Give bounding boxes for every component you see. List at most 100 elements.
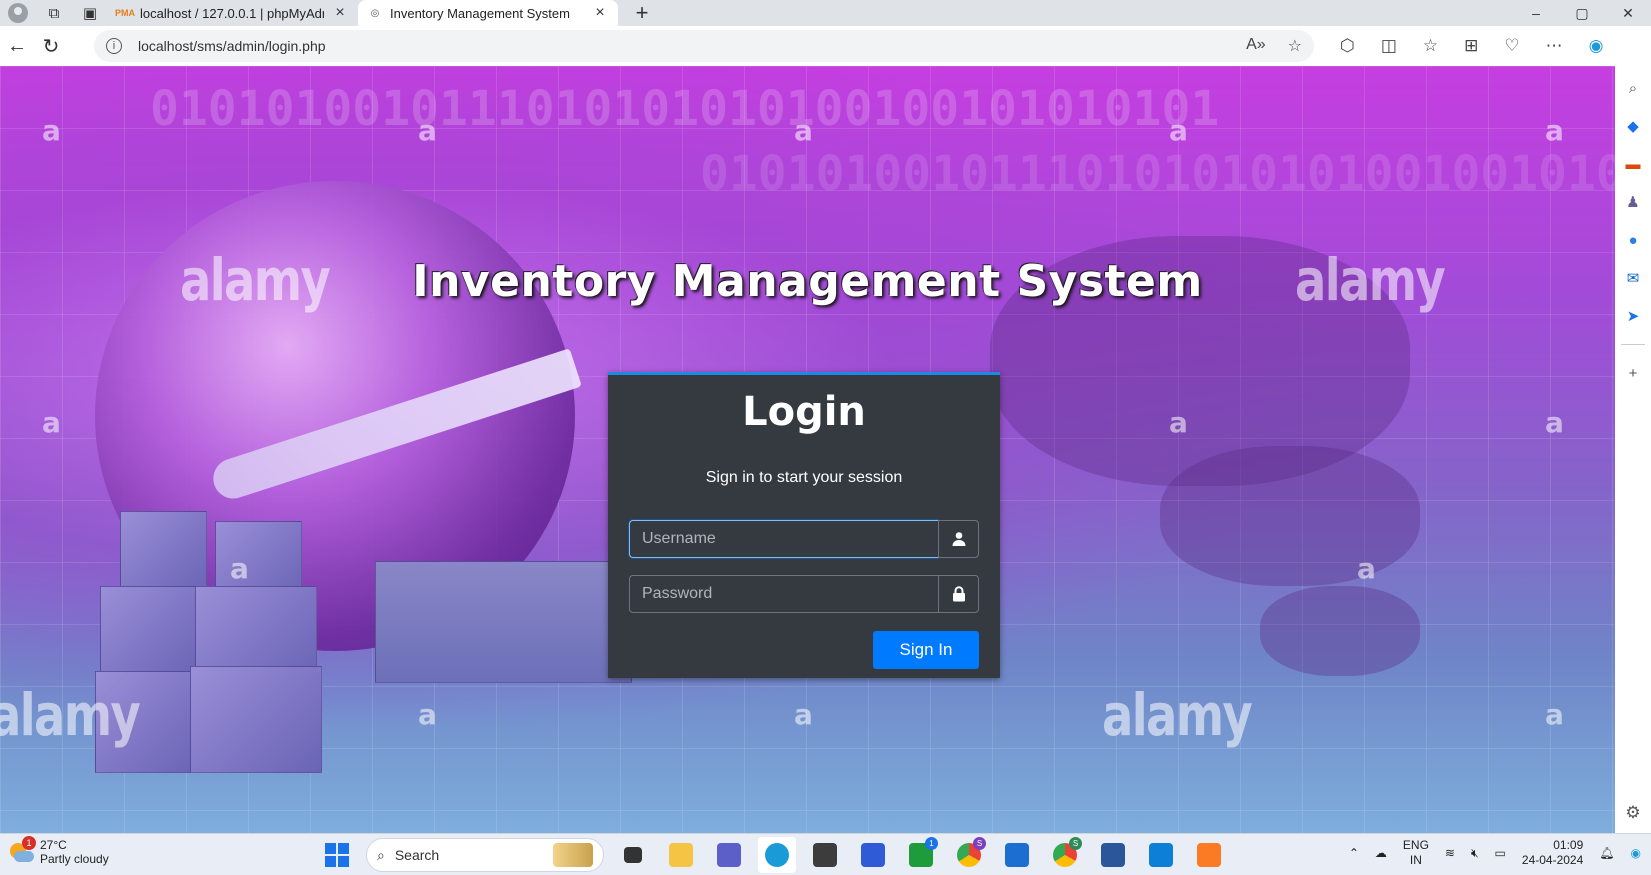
edge-button[interactable] <box>758 837 796 873</box>
sidebar-divider <box>1621 344 1645 345</box>
tab-title: localhost / 127.0.0.1 | phpMyAdmin <box>140 5 324 21</box>
clock[interactable]: 01:09 24-04-2024 <box>1522 838 1583 868</box>
watermark-letter: a <box>230 552 249 585</box>
edge-sidebar: ⌕ ◆ ▬ ♟ ● ✉ ➤ + ⚙ <box>1615 66 1651 833</box>
chrome-button[interactable]: S <box>950 837 988 873</box>
url-field[interactable]: i localhost/sms/admin/login.php A» ☆ <box>94 30 1314 62</box>
wifi-icon[interactable]: ≋ <box>1445 846 1455 860</box>
weather-condition: Partly cloudy <box>40 852 109 866</box>
minimize-button[interactable]: – <box>1513 0 1559 26</box>
weather-widget[interactable]: 1 27°C Partly cloudy <box>8 836 109 866</box>
battery-icon[interactable]: ▭ <box>1495 846 1506 860</box>
taskbar-search[interactable]: ⌕ Search <box>366 838 604 872</box>
weather-temp: 27°C <box>40 838 67 852</box>
close-tab-icon[interactable]: × <box>332 4 348 22</box>
username-group <box>629 520 979 558</box>
start-button[interactable] <box>318 837 356 873</box>
profile-button[interactable] <box>0 0 36 26</box>
collections-icon[interactable]: ⊞ <box>1464 36 1478 56</box>
search-label: Search <box>394 847 440 863</box>
games-icon[interactable]: ♟ <box>1623 192 1643 212</box>
teams-button[interactable] <box>710 837 748 873</box>
split-screen-icon[interactable]: ◫ <box>1381 36 1397 56</box>
watermark-letter: a <box>1169 406 1188 439</box>
login-heading: Login <box>742 389 866 435</box>
settings-gear-icon[interactable]: ⚙ <box>1625 803 1640 823</box>
vscode-icon <box>1149 843 1173 867</box>
unity-button[interactable] <box>806 837 844 873</box>
read-aloud-icon[interactable]: A» <box>1246 36 1266 56</box>
tab-phpmyadmin[interactable]: PMA localhost / 127.0.0.1 | phpMyAdmin × <box>108 0 358 26</box>
watermark-letter: a <box>418 114 437 147</box>
watermark-letter: a <box>794 114 813 147</box>
shopping-tag-icon[interactable]: ◆ <box>1623 116 1643 136</box>
edge-icon <box>765 843 789 867</box>
more-options-icon[interactable]: ⋯ <box>1546 36 1563 56</box>
browser-tab-bar: ⧉ ▣ PMA localhost / 127.0.0.1 | phpMyAdm… <box>0 0 1651 26</box>
file-explorer-button[interactable] <box>662 837 700 873</box>
site-info-icon[interactable]: i <box>106 38 122 54</box>
password-input[interactable] <box>629 575 938 613</box>
workspaces-button[interactable]: ⧉ <box>36 0 72 26</box>
lock-icon <box>938 575 979 613</box>
url-text: localhost/sms/admin/login.php <box>138 38 326 54</box>
language-indicator[interactable]: ENG IN <box>1403 838 1429 868</box>
watermark-letter: a <box>1545 114 1564 147</box>
browser-essentials-icon[interactable]: ♡ <box>1504 36 1519 56</box>
store-button[interactable] <box>998 837 1036 873</box>
watermark-letter: a <box>1169 114 1188 147</box>
extensions-icon[interactable]: ⬡ <box>1340 36 1355 56</box>
outlook-icon[interactable]: ✉ <box>1623 268 1643 288</box>
visual-studio-button[interactable] <box>854 837 892 873</box>
watermark-letter: a <box>1357 552 1376 585</box>
microsoft365-icon[interactable]: ● <box>1623 230 1643 250</box>
xampp-button[interactable] <box>1190 837 1228 873</box>
watermark-letter: a <box>42 406 61 439</box>
close-window-button[interactable]: ✕ <box>1605 0 1651 26</box>
binary-digits-decoration: 0101010010111010101010100100101010101 <box>150 81 1220 137</box>
task-view-button[interactable] <box>614 837 652 873</box>
copilot-icon[interactable]: ◉ <box>1589 36 1604 56</box>
watermark-text: alamy <box>0 681 141 749</box>
send-icon[interactable]: ➤ <box>1623 306 1643 326</box>
watermark-letter: a <box>794 698 813 731</box>
windows-taskbar: 1 27°C Partly cloudy ⌕ Search 1 S S ⌃ ☁ <box>0 833 1651 875</box>
xbox-badge: 1 <box>925 837 938 850</box>
vscode-button[interactable] <box>1142 837 1180 873</box>
world-map-decoration <box>1160 446 1420 586</box>
chrome-profile-button[interactable]: S <box>1046 837 1084 873</box>
xbox-button[interactable]: 1 <box>902 837 940 873</box>
word-button[interactable] <box>1094 837 1132 873</box>
search-icon[interactable]: ⌕ <box>1623 78 1643 98</box>
favorites-icon[interactable]: ☆ <box>1423 36 1438 56</box>
page-title: Inventory Management System <box>412 256 1203 307</box>
task-view-icon <box>624 847 642 863</box>
tab-inventory[interactable]: ◎ Inventory Management System × <box>358 0 618 26</box>
browser-toolbar: ⬡ ◫ ☆ ⊞ ♡ ⋯ ◉ <box>1340 36 1604 56</box>
maximize-button[interactable]: ▢ <box>1559 0 1605 26</box>
tab-title: Inventory Management System <box>390 5 570 21</box>
tab-actions-button[interactable]: ▣ <box>72 0 108 26</box>
username-input[interactable] <box>629 520 938 558</box>
back-button[interactable]: ← <box>0 35 34 58</box>
xampp-icon <box>1197 843 1221 867</box>
new-tab-button[interactable]: + <box>624 0 660 26</box>
favorite-star-icon[interactable]: ☆ <box>1288 36 1302 56</box>
chevron-up-icon[interactable]: ⌃ <box>1349 846 1359 860</box>
onedrive-icon[interactable]: ☁ <box>1375 846 1387 860</box>
windows-logo-icon <box>325 843 349 867</box>
copilot-taskbar-icon[interactable]: ◉ <box>1631 846 1641 860</box>
tools-icon[interactable]: ▬ <box>1623 154 1643 174</box>
cargo-box-image <box>120 511 207 593</box>
watermark-letter: a <box>418 698 437 731</box>
add-icon[interactable]: + <box>1623 363 1643 383</box>
truck-image <box>375 561 632 683</box>
sign-in-button[interactable]: Sign In <box>873 631 979 669</box>
folder-icon <box>669 843 693 867</box>
chrome-badge: S <box>1069 837 1082 850</box>
volume-muted-icon[interactable]: 🔇︎ <box>1471 846 1479 861</box>
notification-bell-icon[interactable]: 🔔︎ <box>1599 846 1614 860</box>
refresh-button[interactable]: ↻ <box>34 34 68 59</box>
taskbar-apps: ⌕ Search 1 S S <box>318 837 1228 873</box>
close-tab-icon[interactable]: × <box>592 4 608 22</box>
